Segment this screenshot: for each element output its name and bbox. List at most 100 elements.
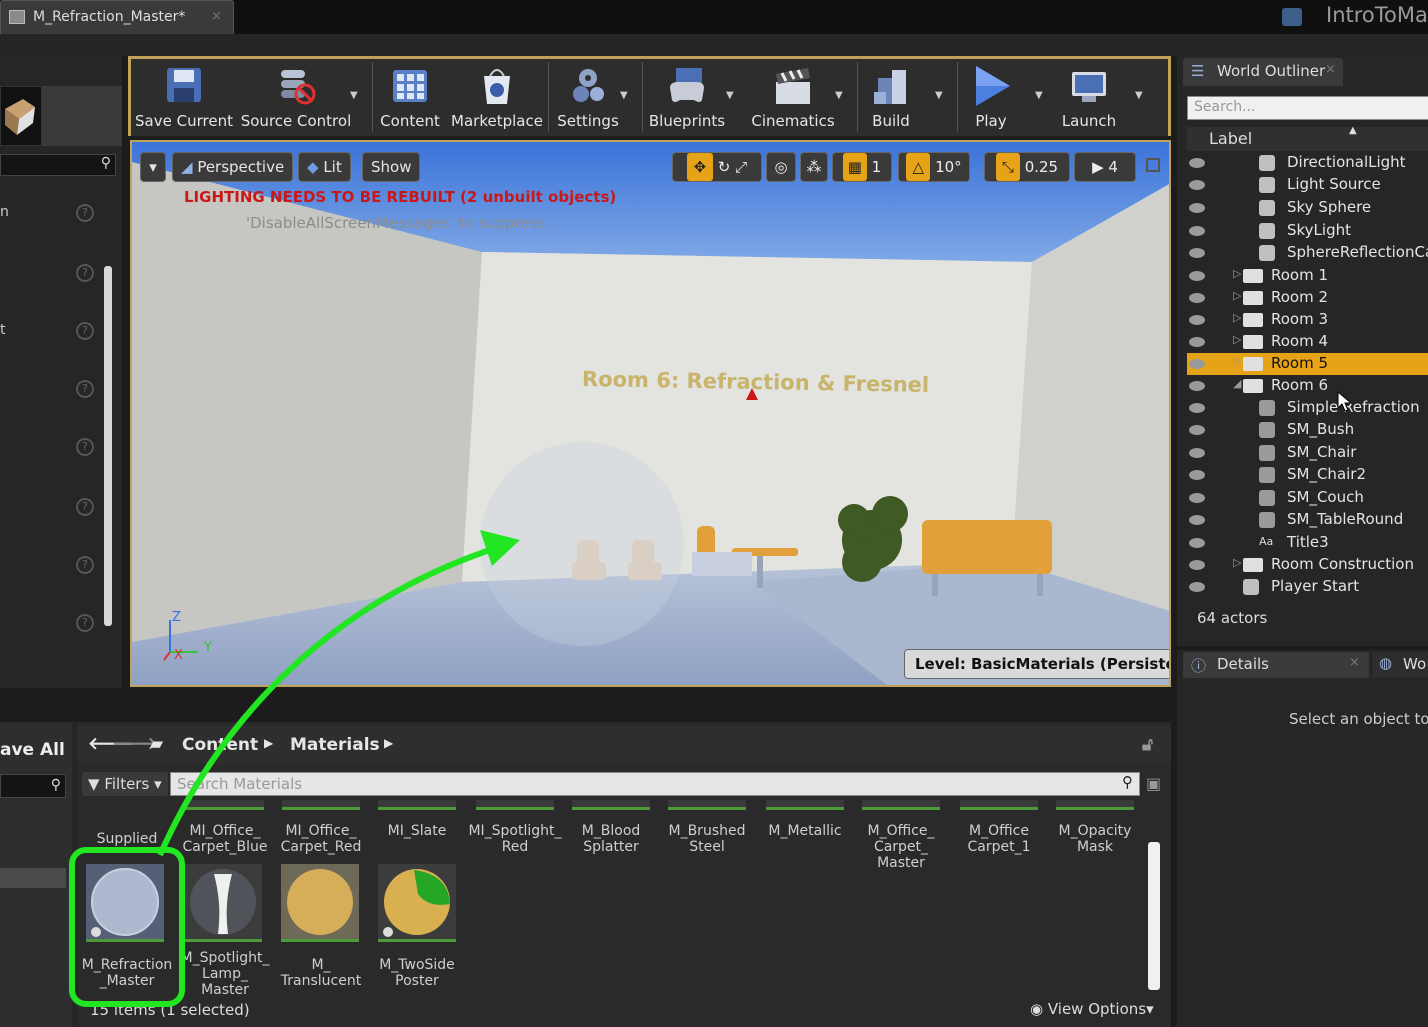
asset-tile-spotlight-lamp[interactable] <box>184 864 262 942</box>
view-options-button[interactable]: ◉ View Options▾ <box>1030 1000 1154 1018</box>
modes-scrollbar[interactable] <box>104 266 112 626</box>
outliner-row[interactable]: ◢ Room 6 <box>1187 375 1428 397</box>
outliner-row[interactable]: Player Start <box>1187 576 1428 598</box>
visibility-eye-icon[interactable] <box>1189 425 1205 435</box>
help-icon[interactable]: ? <box>76 204 94 222</box>
outliner-row[interactable]: SphereReflectionCap <box>1187 242 1428 264</box>
asset-label[interactable]: M_Office Carpet_1 <box>950 823 1048 855</box>
rotation-snap-icon[interactable]: △ <box>906 153 931 181</box>
visibility-eye-icon[interactable] <box>1189 448 1205 458</box>
asset-label[interactable]: MI_Slate <box>368 823 466 839</box>
save-search-icon[interactable]: ▣ <box>1146 774 1161 793</box>
help-icon[interactable]: ? <box>76 380 94 398</box>
help-icon[interactable]: ? <box>76 264 94 282</box>
mode-item-label[interactable]: t <box>0 322 6 338</box>
outliner-row[interactable]: ▷ Room Construction <box>1187 554 1428 576</box>
help-icon[interactable]: ? <box>76 438 94 456</box>
asset-label[interactable]: MI_Office_ Carpet_Red <box>272 823 370 855</box>
maximize-viewport-icon[interactable] <box>1146 158 1160 172</box>
visibility-eye-icon[interactable] <box>1189 515 1205 525</box>
launch-button[interactable]: Launch <box>1058 62 1120 134</box>
chevron-down-icon[interactable]: ▼ <box>620 90 628 101</box>
outliner-row[interactable]: SM_Chair2 <box>1187 464 1428 486</box>
rotation-snap-control[interactable]: △ 10° <box>898 152 970 182</box>
expand-arrow-icon[interactable]: ▷ <box>1233 556 1241 569</box>
world-settings-tab[interactable]: ◍ Wo <box>1373 652 1428 678</box>
expand-arrow-icon[interactable]: ▷ <box>1233 267 1241 280</box>
outliner-row[interactable]: ▷ Room 5 <box>1187 353 1428 375</box>
chevron-down-icon[interactable]: ▼ <box>935 90 943 101</box>
mode-tab[interactable] <box>42 86 122 146</box>
visibility-eye-icon[interactable] <box>1189 470 1205 480</box>
visibility-eye-icon[interactable] <box>1189 158 1205 168</box>
outliner-search-input[interactable]: Search... <box>1187 96 1428 120</box>
asset-thumbnail[interactable] <box>1056 800 1134 810</box>
surface-snap-icon[interactable]: ⁂ <box>800 152 828 182</box>
scale-snap-control[interactable]: ⤡ 0.25 <box>984 152 1070 182</box>
cinematics-button[interactable]: Cinematics <box>748 62 838 134</box>
outliner-row[interactable]: ▷ Room 4 <box>1187 331 1428 353</box>
visibility-eye-icon[interactable] <box>1189 337 1205 347</box>
rotation-value[interactable]: 10° <box>935 158 962 176</box>
outliner-row[interactable]: SkyLight <box>1187 220 1428 242</box>
visibility-eye-icon[interactable] <box>1189 403 1205 413</box>
show-button[interactable]: Show <box>362 152 421 182</box>
asset-thumbnail[interactable] <box>476 800 554 810</box>
visibility-eye-icon[interactable] <box>1189 359 1205 369</box>
outliner-row[interactable]: SM_Chair <box>1187 442 1428 464</box>
outliner-row[interactable]: SM_Couch <box>1187 487 1428 509</box>
visibility-eye-icon[interactable] <box>1189 226 1205 236</box>
asset-thumbnail[interactable] <box>572 800 650 810</box>
help-icon[interactable]: ? <box>76 556 94 574</box>
asset-tile-twoside-poster[interactable] <box>378 864 456 942</box>
close-icon[interactable]: × <box>1349 655 1360 670</box>
asset-thumbnail[interactable] <box>766 800 844 810</box>
visibility-eye-icon[interactable] <box>1189 271 1205 281</box>
save-all-button[interactable]: ave All <box>0 740 65 760</box>
grid-icon[interactable]: ▦ <box>842 153 867 181</box>
visibility-eye-icon[interactable] <box>1189 538 1205 548</box>
camera-speed-control[interactable]: ▶ 4 <box>1074 152 1136 182</box>
expand-arrow-icon[interactable]: ▷ <box>1233 289 1241 302</box>
asset-label[interactable]: Supplied <box>78 831 176 847</box>
expand-arrow-icon[interactable]: ▷ <box>1233 355 1241 368</box>
outliner-row[interactable]: Light Source <box>1187 174 1428 196</box>
play-button[interactable]: Play <box>962 62 1020 134</box>
sort-ascending-icon[interactable]: ▲ <box>1349 125 1357 136</box>
sources-search-input[interactable]: ⚲ <box>0 774 66 798</box>
viewport-options-button[interactable]: ▾ <box>140 152 166 182</box>
world-local-icon[interactable]: ◎ <box>766 152 796 182</box>
chevron-down-icon[interactable]: ▼ <box>1135 90 1143 101</box>
asset-thumbnail[interactable] <box>282 800 360 810</box>
visibility-eye-icon[interactable] <box>1189 203 1205 213</box>
expanded-arrow-icon[interactable]: ◢ <box>1233 377 1241 390</box>
lit-button[interactable]: ◆ Lit <box>298 152 351 182</box>
document-tab[interactable]: M_Refraction_Master* × <box>0 0 234 34</box>
asset-thumbnail[interactable] <box>668 800 746 810</box>
marketplace-button[interactable]: Marketplace <box>450 62 544 134</box>
outliner-row[interactable]: ▷ Room 3 <box>1187 309 1428 331</box>
selected-folder-row[interactable] <box>0 868 66 888</box>
scale-snap-icon[interactable]: ⤡ <box>995 153 1020 181</box>
asset-tile-translucent[interactable] <box>281 864 359 942</box>
lock-icon[interactable]: 🔓︎ <box>1142 735 1153 755</box>
chevron-down-icon[interactable]: ▼ <box>726 90 734 101</box>
visibility-eye-icon[interactable] <box>1189 248 1205 258</box>
content-button[interactable]: Content <box>376 62 444 134</box>
outliner-row[interactable]: Aa Title3 <box>1187 532 1428 554</box>
label-column-header[interactable]: Label ▲ <box>1187 125 1428 151</box>
scale-value[interactable]: 0.25 <box>1025 158 1058 176</box>
scale-icon[interactable]: ⤢ <box>735 158 747 176</box>
path-separator-icon[interactable]: ▶ <box>384 736 393 750</box>
path-separator-icon[interactable]: ▶ <box>264 736 273 750</box>
outliner-row[interactable]: Simple Refraction <box>1187 397 1428 419</box>
asset-thumbnail[interactable] <box>960 800 1038 810</box>
asset-thumbnail[interactable] <box>186 800 264 810</box>
level-viewport[interactable]: ▾ ◢ Perspective ◆ Lit Show LIGHTING NEED… <box>130 140 1171 687</box>
chevron-down-icon[interactable]: ▼ <box>350 90 358 101</box>
expand-arrow-icon[interactable]: ▷ <box>1233 311 1241 324</box>
path-segment-materials[interactable]: Materials <box>290 735 380 755</box>
visibility-eye-icon[interactable] <box>1189 560 1205 570</box>
chevron-down-icon[interactable]: ▼ <box>835 90 843 101</box>
details-tab[interactable]: ⓘ Details × <box>1183 652 1369 678</box>
